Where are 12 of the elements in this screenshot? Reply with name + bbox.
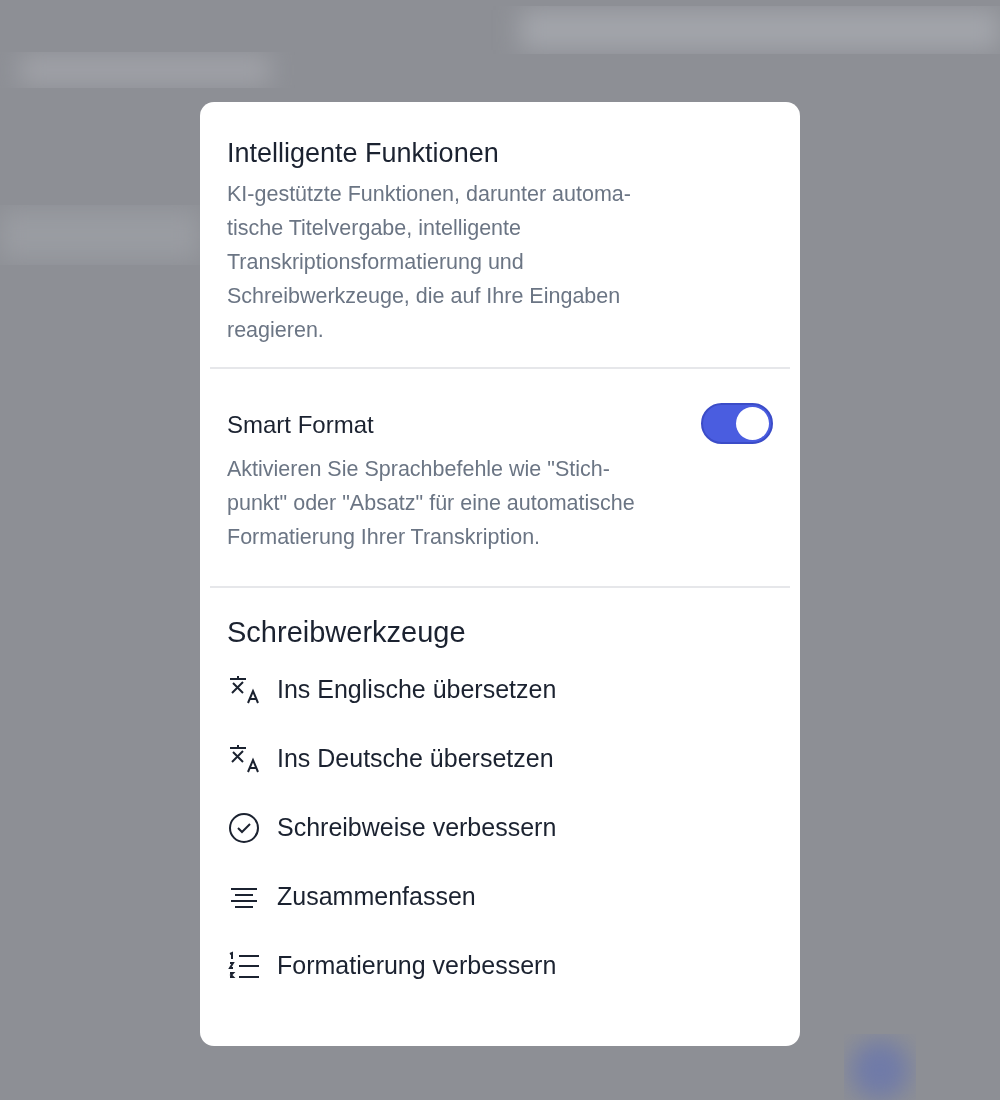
menu-item[interactable]: Schreibweise verbessern bbox=[277, 813, 557, 842]
menu-item[interactable]: Formatierung verbessern bbox=[277, 951, 557, 980]
menu-item[interactable]: Ins Englische übersetzen bbox=[277, 675, 557, 704]
setting-label: Smart Format bbox=[227, 410, 374, 439]
check-circle-icon bbox=[227, 810, 261, 845]
section-title: Intelligente Funktionen bbox=[227, 138, 500, 169]
menu-item[interactable]: Ins Deutsche übersetzen bbox=[277, 744, 554, 773]
setting-description: Aktivieren Sie Sprachbefehle wie "Stich- punkt" oder "Absatz" für eine automatische Formatierung Ihrer Transkription. bbox=[227, 456, 636, 551]
toggle-switch[interactable] bbox=[701, 403, 773, 444]
menu-item[interactable]: Zusammenfassen bbox=[277, 882, 476, 911]
section-title: Schreibwerkzeuge bbox=[227, 616, 467, 649]
section-description: KI-gestützte Funktionen, darunter automa- tische Titelvergabe, intelligente Transkriptionsformatierung und Schreibwerkzeuge, die auf Ihre Eingaben reagieren. bbox=[227, 181, 632, 344]
